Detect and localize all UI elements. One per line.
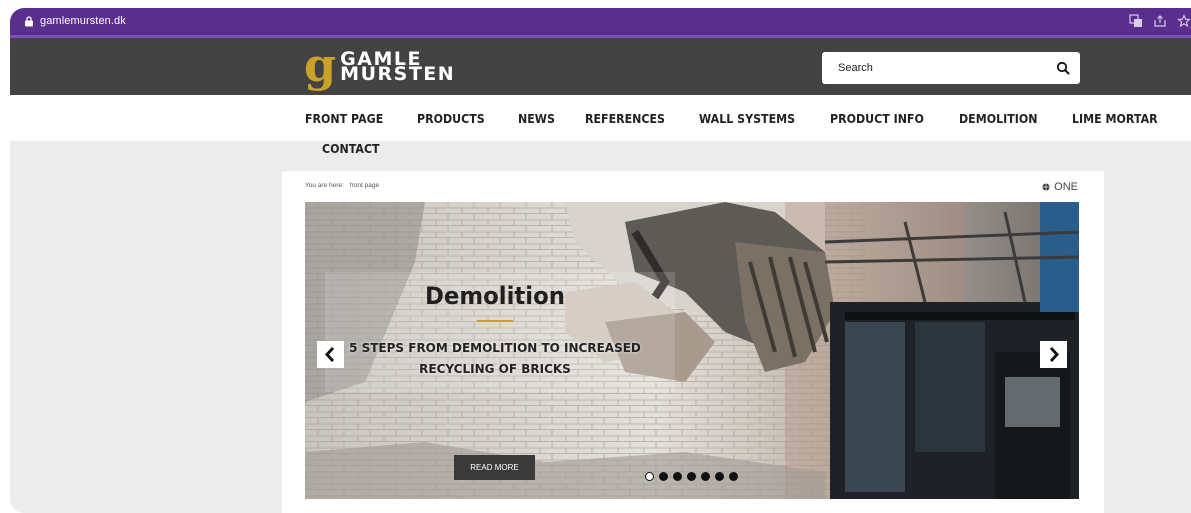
slider-dot[interactable]: [645, 472, 654, 481]
search-box: [822, 52, 1080, 84]
nav-row: FRONT PAGE PRODUCTS NEWS REFERENCES WALL…: [305, 112, 1191, 126]
nav-item-front-page[interactable]: FRONT PAGE: [305, 112, 383, 126]
logo-text-line2: MURSTEN: [340, 63, 456, 85]
breadcrumb: You are here: front page: [305, 182, 379, 189]
slider-dot[interactable]: [701, 472, 710, 481]
nav-item-news[interactable]: NEWS: [518, 112, 555, 126]
language-label: ONE: [1054, 181, 1078, 193]
address-bar-actions: [1129, 14, 1191, 28]
slide-subtitle-line2: RECYCLING OF BRICKS: [419, 362, 571, 376]
slider-dot[interactable]: [715, 472, 724, 481]
nav-item-lime-mortar[interactable]: LIME MORTAR: [1072, 112, 1158, 126]
site-logo[interactable]: g GAMLE MURSTEN: [304, 38, 456, 92]
browser-window: gamlemursten.dk g GAMLE MURSTEN Search F…: [0, 0, 1191, 513]
bookmark-star-icon[interactable]: [1177, 14, 1191, 28]
nav-item-wall-systems[interactable]: WALL SYSTEMS: [699, 112, 795, 126]
main-navigation: FRONT PAGE PRODUCTS NEWS REFERENCES WALL…: [10, 95, 1191, 141]
chevron-right-icon: [1049, 346, 1060, 363]
slide-subtitle-line1: 5 STEPS FROM DEMOLITION TO INCREASED: [349, 341, 641, 355]
slider-dot[interactable]: [687, 472, 696, 481]
content-card: You are here: front page ONE Demolition …: [282, 171, 1104, 513]
web-page: g GAMLE MURSTEN FRONT PAGE PRODUCTS NEWS: [10, 38, 1191, 513]
slider-dot[interactable]: [659, 472, 668, 481]
logo-mark: g: [304, 38, 337, 92]
language-selector[interactable]: ONE: [1042, 181, 1078, 193]
slide-subtitle: 5 STEPS FROM DEMOLITION TO INCREASED REC…: [345, 338, 645, 380]
hero-slider: Demolition 5 STEPS FROM DEMOLITION TO IN…: [305, 202, 1079, 499]
nav-item-product-info[interactable]: PRODUCT INFO: [830, 112, 924, 126]
nav-item-products[interactable]: PRODUCTS: [417, 112, 485, 126]
breadcrumb-current[interactable]: front page: [350, 182, 379, 189]
search-icon[interactable]: [1056, 61, 1070, 75]
slider-next-button[interactable]: [1040, 341, 1067, 368]
slide-title-divider: [477, 320, 513, 322]
search-input[interactable]: [822, 52, 1042, 84]
slider-pagination: [645, 472, 738, 481]
address-bar[interactable]: gamlemursten.dk: [10, 8, 1191, 38]
slider-dot[interactable]: [673, 472, 682, 481]
nav-item-references[interactable]: REFERENCES: [585, 112, 665, 126]
logo-text: GAMLE MURSTEN: [340, 50, 456, 85]
breadcrumb-prefix: You are here:: [305, 182, 344, 189]
globe-icon: [1042, 183, 1050, 191]
lock-icon: [25, 16, 33, 27]
slider-prev-button[interactable]: [317, 341, 344, 368]
nav-item-demolition[interactable]: DEMOLITION: [959, 112, 1037, 126]
site-header: g GAMLE MURSTEN: [10, 38, 1191, 95]
chevron-left-icon: [324, 346, 335, 363]
share-icon[interactable]: [1153, 14, 1167, 28]
slide-title: Demolition: [424, 282, 566, 310]
slider-dot[interactable]: [729, 472, 738, 481]
translate-icon[interactable]: [1129, 14, 1143, 28]
read-more-button[interactable]: READ MORE: [454, 455, 535, 480]
nav-item-contact[interactable]: CONTACT: [322, 142, 380, 156]
url-text[interactable]: gamlemursten.dk: [40, 15, 126, 27]
